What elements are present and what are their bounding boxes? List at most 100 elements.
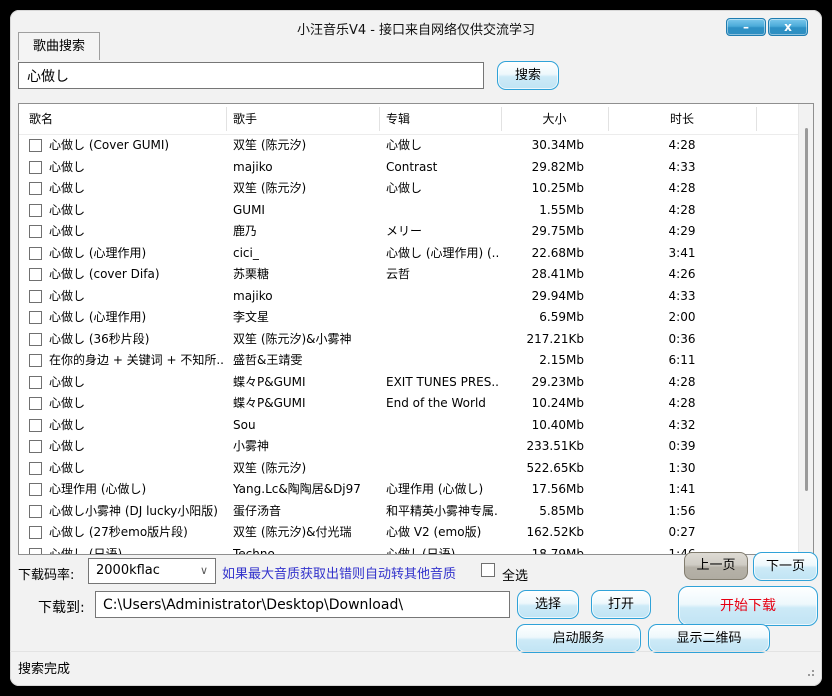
table-row[interactable]: 心做し 双笙 (陈元汐) 522.65Kb 1:30 bbox=[19, 458, 813, 480]
row-checkbox[interactable] bbox=[29, 548, 42, 556]
artist-cell: 苏栗糖 bbox=[233, 264, 377, 286]
table-header: 歌名 歌手 专辑 大小 时长 bbox=[19, 104, 813, 134]
row-checkbox[interactable] bbox=[29, 161, 42, 174]
size-cell: 10.40Mb bbox=[479, 415, 584, 437]
artist-cell: GUMI bbox=[233, 200, 377, 222]
minimize-icon: – bbox=[743, 20, 749, 34]
search-input[interactable] bbox=[18, 62, 484, 89]
window-title: 小汪音乐V4 - 接口来自网络仅供交流学习 bbox=[10, 19, 822, 38]
row-checkbox[interactable] bbox=[29, 462, 42, 475]
bitrate-select[interactable]: 2000kflac ∨ bbox=[88, 558, 216, 584]
song-name-cell: 心做し bbox=[49, 436, 225, 458]
table-row[interactable]: 心做し GUMI 1.55Mb 4:28 bbox=[19, 200, 813, 222]
size-cell: 522.65Kb bbox=[479, 458, 584, 480]
tab-label: 歌曲搜索 bbox=[33, 39, 85, 54]
row-checkbox[interactable] bbox=[29, 225, 42, 238]
column-header-name[interactable]: 歌名 bbox=[29, 104, 53, 134]
duration-cell: 4:26 bbox=[608, 264, 756, 286]
table-row[interactable]: 心做し (心理作用) 李文星 6.59Mb 2:00 bbox=[19, 307, 813, 329]
artist-cell: Yang.Lc&陶陶居&Dj97 bbox=[233, 479, 377, 501]
artist-cell: majiko bbox=[233, 286, 377, 308]
column-header-size[interactable]: 大小 bbox=[501, 104, 608, 134]
next-page-button[interactable]: 下一页 bbox=[753, 552, 818, 581]
column-header-artist[interactable]: 歌手 bbox=[233, 104, 257, 134]
artist-cell: 鹿乃 bbox=[233, 221, 377, 243]
song-name-cell: 心做し小雾神 (DJ lucky小阳版) bbox=[49, 501, 225, 523]
song-name-cell: 心做し bbox=[49, 157, 225, 179]
song-name-cell: 心做し (Cover GUMI) bbox=[49, 135, 225, 157]
show-qr-button[interactable]: 显示二维码 bbox=[648, 624, 770, 653]
table-row[interactable]: 心做し 鹿乃 メリー 29.75Mb 4:29 bbox=[19, 221, 813, 243]
duration-cell: 2:00 bbox=[608, 307, 756, 329]
song-name-cell: 心做し (心理作用) bbox=[49, 243, 225, 265]
table-row[interactable]: 心做し Sou 10.40Mb 4:32 bbox=[19, 415, 813, 437]
title-bar[interactable]: 小汪音乐V4 - 接口来自网络仅供交流学习 – x bbox=[10, 10, 822, 46]
row-checkbox[interactable] bbox=[29, 419, 42, 432]
open-button[interactable]: 打开 bbox=[591, 590, 651, 619]
search-button[interactable]: 搜索 bbox=[497, 61, 559, 90]
table-row[interactable]: 心做し小雾神 (DJ lucky小阳版) 蛋仔汤音 和平精英小雾神专属... 5… bbox=[19, 501, 813, 523]
duration-cell: 1:56 bbox=[608, 501, 756, 523]
row-checkbox[interactable] bbox=[29, 397, 42, 410]
select-all-checkbox[interactable] bbox=[481, 563, 495, 577]
artist-cell: 蛋仔汤音 bbox=[233, 501, 377, 523]
table-row[interactable]: 心做し (27秒emo版片段) 双笙 (陈元汐)&付光瑞 心做 V2 (emo版… bbox=[19, 522, 813, 544]
artist-cell: 蝶々P&GUMI bbox=[233, 393, 377, 415]
bitrate-value: 2000kflac bbox=[96, 563, 160, 578]
row-checkbox[interactable] bbox=[29, 526, 42, 539]
prev-page-button[interactable]: 上一页 bbox=[684, 552, 748, 580]
size-cell: 2.15Mb bbox=[479, 350, 584, 372]
song-name-cell: 心做し (心理作用) bbox=[49, 307, 225, 329]
row-checkbox[interactable] bbox=[29, 311, 42, 324]
row-checkbox[interactable] bbox=[29, 376, 42, 389]
row-checkbox[interactable] bbox=[29, 204, 42, 217]
resize-grip-icon[interactable] bbox=[804, 666, 814, 676]
row-checkbox[interactable] bbox=[29, 182, 42, 195]
table-row[interactable]: 心理作用 (心做し) Yang.Lc&陶陶居&Dj97 心理作用 (心做し) 1… bbox=[19, 479, 813, 501]
header-separator bbox=[379, 107, 380, 131]
table-row[interactable]: 心做し majiko 29.94Mb 4:33 bbox=[19, 286, 813, 308]
row-checkbox[interactable] bbox=[29, 290, 42, 303]
table-row[interactable]: 心做し (36秒片段) 双笙 (陈元汐)&小雾神 217.21Kb 0:36 bbox=[19, 329, 813, 351]
table-row[interactable]: 心做し (cover Difa) 苏栗糖 云哲 28.41Mb 4:26 bbox=[19, 264, 813, 286]
minimize-button[interactable]: – bbox=[726, 18, 766, 36]
size-cell: 29.94Mb bbox=[479, 286, 584, 308]
header-separator bbox=[501, 107, 502, 131]
artist-cell: 双笙 (陈元汐) bbox=[233, 178, 377, 200]
column-header-album[interactable]: 专辑 bbox=[386, 104, 410, 134]
row-checkbox[interactable] bbox=[29, 354, 42, 367]
scrollbar-thumb[interactable] bbox=[805, 128, 808, 491]
select-all-label: 全选 bbox=[502, 565, 528, 584]
table-row[interactable]: 心做し (心理作用) cici_ 心做し (心理作用) (... 22.68Mb… bbox=[19, 243, 813, 265]
row-checkbox[interactable] bbox=[29, 247, 42, 260]
choose-button[interactable]: 选择 bbox=[517, 590, 579, 619]
table-row[interactable]: 在你的身边 + 关键词 + 不知所... 盛哲&王靖雯 2.15Mb 6:11 bbox=[19, 350, 813, 372]
table-row[interactable]: 心做し (Cover GUMI) 双笙 (陈元汐) 心做し 30.34Mb 4:… bbox=[19, 135, 813, 157]
row-checkbox[interactable] bbox=[29, 483, 42, 496]
table-row[interactable]: 心做し 蝶々P&GUMI EXIT TUNES PRES... 29.23Mb … bbox=[19, 372, 813, 394]
row-checkbox[interactable] bbox=[29, 505, 42, 518]
start-download-button[interactable]: 开始下载 bbox=[678, 586, 818, 626]
artist-cell: 盛哲&王靖雯 bbox=[233, 350, 377, 372]
tab-song-search[interactable]: 歌曲搜索 bbox=[18, 32, 100, 60]
table-row[interactable]: 心做し majiko Contrast 29.82Mb 4:33 bbox=[19, 157, 813, 179]
row-checkbox[interactable] bbox=[29, 139, 42, 152]
row-checkbox[interactable] bbox=[29, 333, 42, 346]
song-name-cell: 心做し bbox=[49, 393, 225, 415]
duration-cell: 4:28 bbox=[608, 135, 756, 157]
duration-cell: 4:28 bbox=[608, 372, 756, 394]
download-path-input[interactable] bbox=[95, 591, 510, 618]
artist-cell: majiko bbox=[233, 157, 377, 179]
column-header-duration[interactable]: 时长 bbox=[608, 104, 756, 134]
table-row[interactable]: 心做し 小雾神 233.51Kb 0:39 bbox=[19, 436, 813, 458]
row-checkbox[interactable] bbox=[29, 440, 42, 453]
close-icon: x bbox=[784, 20, 792, 34]
row-checkbox[interactable] bbox=[29, 268, 42, 281]
vertical-scrollbar[interactable] bbox=[798, 104, 813, 554]
start-service-button[interactable]: 启动服务 bbox=[516, 624, 641, 653]
artist-cell: 双笙 (陈元汐) bbox=[233, 458, 377, 480]
close-button[interactable]: x bbox=[768, 18, 808, 36]
table-row[interactable]: 心做し 双笙 (陈元汐) 心做し 10.25Mb 4:28 bbox=[19, 178, 813, 200]
size-cell: 10.24Mb bbox=[479, 393, 584, 415]
table-row[interactable]: 心做し 蝶々P&GUMI End of the World 10.24Mb 4:… bbox=[19, 393, 813, 415]
